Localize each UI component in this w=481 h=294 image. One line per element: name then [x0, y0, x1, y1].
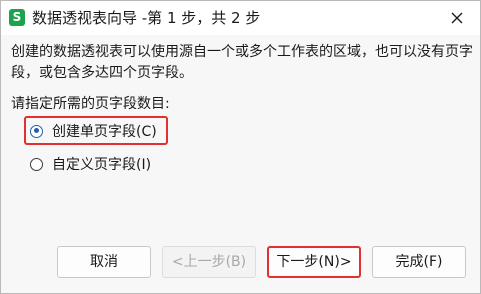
next-step-button[interactable]: 下一步(N)> [267, 246, 361, 278]
close-icon [451, 12, 463, 24]
cancel-button[interactable]: 取消 [57, 246, 151, 278]
finish-button[interactable]: 完成(F) [372, 246, 466, 278]
window-title: 数据透视表向导 -第 1 步，共 2 步 [32, 9, 261, 27]
radio-custom-page-field-label[interactable]: 自定义页字段(I) [52, 154, 151, 174]
title-bar[interactable]: S 数据透视表向导 -第 1 步，共 2 步 [1, 1, 480, 35]
wps-spreadsheet-app-icon: S [9, 9, 25, 26]
close-button[interactable] [434, 1, 480, 35]
previous-step-button: <上一步(B) [162, 246, 256, 278]
radio-custom-page-field[interactable]: 自定义页字段(I) [30, 151, 151, 177]
pivot-table-wizard-dialog: S 数据透视表向导 -第 1 步，共 2 步 创建的数据透视表可以使用源自一个或… [0, 0, 481, 294]
radio-unchecked-icon[interactable] [30, 157, 43, 171]
radio-single-page-field[interactable]: 创建单页字段(C) [30, 118, 157, 144]
page-field-count-prompt: 请指定所需的页字段数目: [11, 96, 170, 112]
wizard-description: 创建的数据透视表可以使用源自一个或多个工作表的区域，也可以没有页字段，或包含多达… [11, 44, 473, 81]
radio-checked-icon[interactable] [30, 124, 43, 138]
radio-single-page-field-label[interactable]: 创建单页字段(C) [52, 121, 157, 141]
